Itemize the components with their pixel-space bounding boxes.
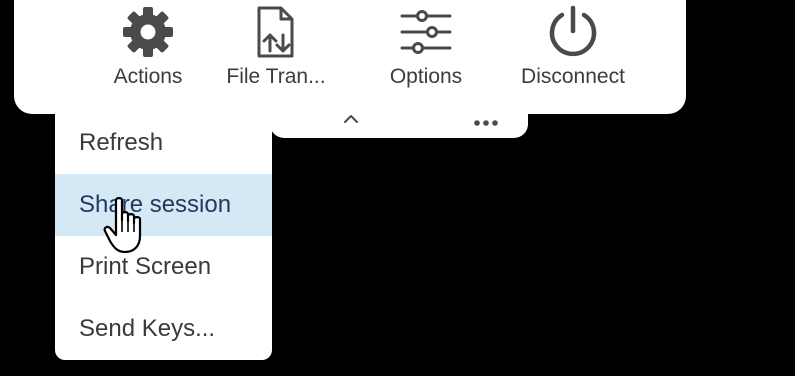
file-transfer-button[interactable]: File Tran... (210, 0, 342, 102)
menu-item-send-keys[interactable]: Send Keys... (55, 298, 272, 360)
remote-session-stage: Actions File Tran... Options Disconnect … (0, 0, 795, 376)
hand-pointer-cursor (103, 197, 142, 254)
file-transfer-label: File Tran... (226, 65, 326, 88)
gear-icon (123, 7, 173, 57)
actions-label: Actions (113, 65, 183, 88)
actions-button[interactable]: Actions (88, 0, 208, 102)
file-transfer-icon (257, 6, 294, 58)
options-button[interactable]: Options (366, 0, 486, 102)
options-label: Options (389, 65, 463, 88)
disconnect-button[interactable]: Disconnect (508, 0, 638, 102)
menu-item-refresh[interactable]: Refresh (55, 112, 272, 174)
actions-dropdown-menu: Refresh Share session Print Screen Send … (55, 112, 272, 360)
menu-item-print-screen[interactable]: Print Screen (55, 236, 272, 298)
caret-up-icon[interactable] (341, 112, 361, 126)
disconnect-label: Disconnect (521, 65, 625, 88)
ellipsis-icon[interactable] (470, 112, 502, 132)
session-toolbar: Actions File Tran... Options Disconnect (14, 0, 686, 114)
sliders-icon (400, 10, 452, 54)
menu-item-share-session[interactable]: Share session (55, 174, 272, 236)
power-icon (549, 5, 597, 57)
